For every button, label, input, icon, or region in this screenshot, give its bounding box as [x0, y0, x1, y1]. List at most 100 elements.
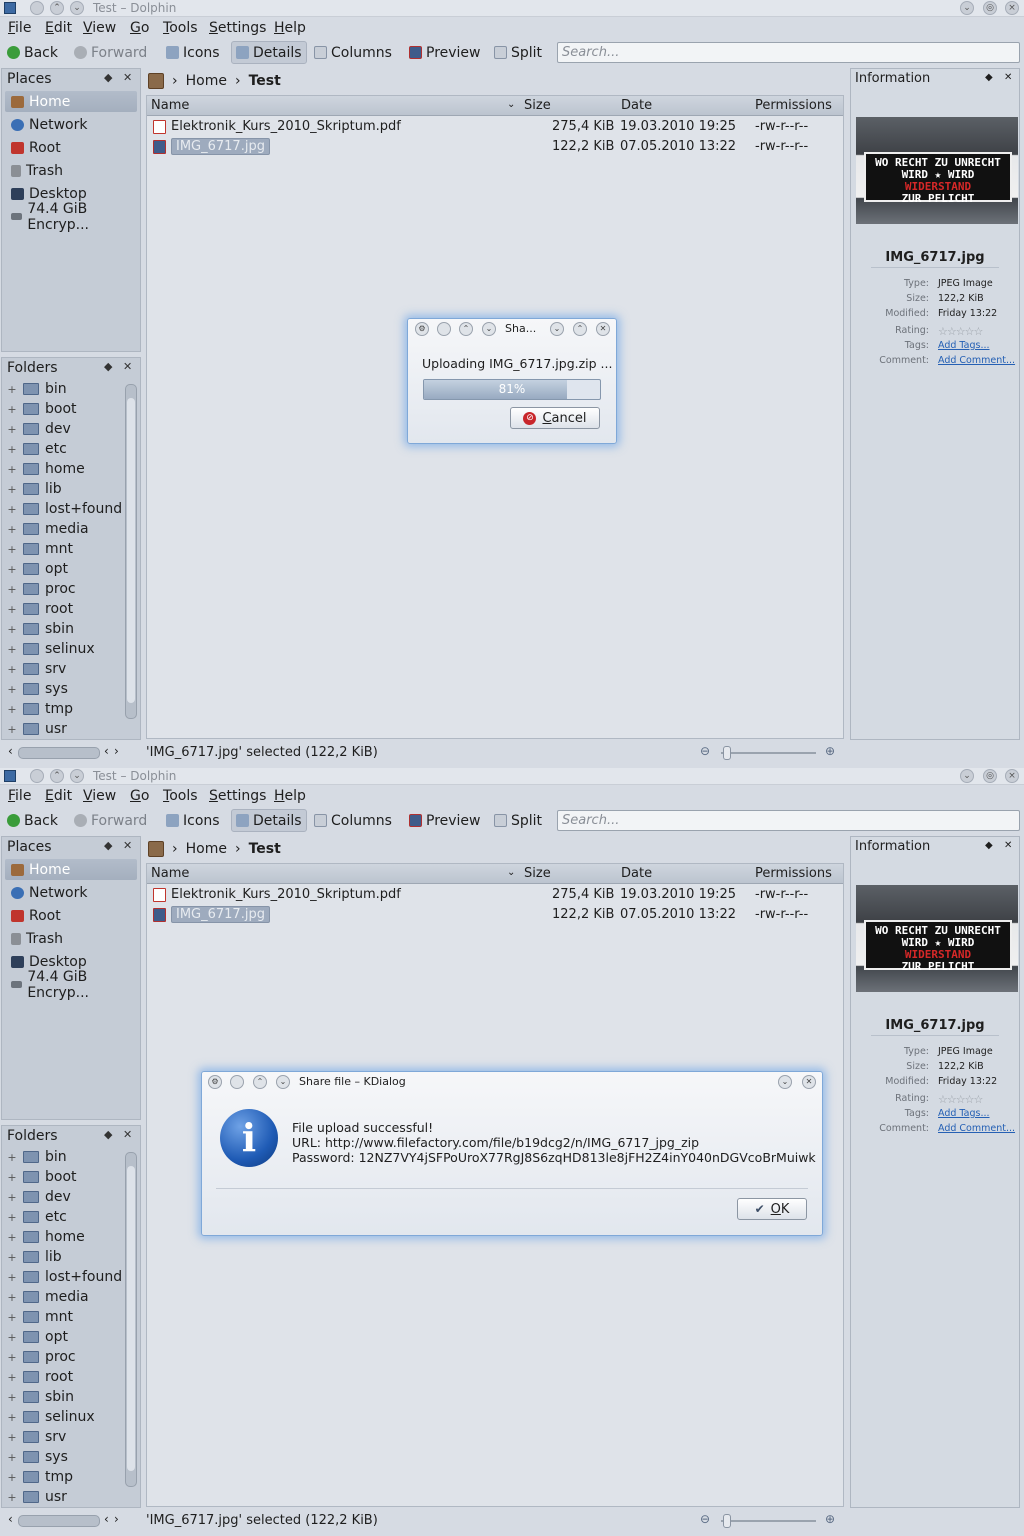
folders-float-icon[interactable]: ◆ [104, 360, 112, 373]
keep-above-icon[interactable]: ⌃ [253, 1075, 267, 1089]
close-icon[interactable]: × [1005, 769, 1019, 783]
minimize-icon[interactable]: ⌄ [960, 769, 974, 783]
expand-icon[interactable]: + [5, 1291, 19, 1304]
folder-tree-item[interactable]: + bin [5, 379, 66, 399]
keep-above-icon[interactable]: ⌃ [50, 769, 64, 783]
folder-tree-item[interactable]: + etc [5, 1207, 66, 1227]
expand-icon[interactable]: + [5, 1231, 19, 1244]
expand-icon[interactable]: + [5, 1451, 19, 1464]
keep-below-icon[interactable]: ⌄ [276, 1075, 290, 1089]
icons-view-button[interactable]: Icons [162, 809, 224, 832]
menu-tools[interactable]: Tools [163, 20, 198, 36]
dialog-sticky-icon[interactable] [437, 322, 451, 336]
zoom-track[interactable] [721, 752, 816, 754]
scroll-prev-icon[interactable]: ‹ [104, 744, 109, 758]
zoom-slider[interactable]: ⊖ ⊕ [697, 744, 847, 762]
close-icon[interactable]: ✕ [596, 322, 610, 336]
app-icon[interactable] [4, 2, 16, 14]
expand-icon[interactable]: + [5, 723, 19, 736]
folder-hscrollbar[interactable]: ‹ ‹ › [8, 744, 120, 760]
folders-float-icon[interactable]: ◆ [104, 1128, 112, 1141]
breadcrumb-home[interactable]: Home [186, 73, 227, 89]
folder-tree-item[interactable]: + media [5, 1287, 88, 1307]
folders-close-icon[interactable]: ✕ [123, 1128, 132, 1141]
folder-scrollbar[interactable] [125, 384, 137, 719]
add-tags-link[interactable]: Add Tags... [938, 1108, 990, 1119]
places-item-network[interactable]: Network [5, 114, 137, 135]
menu-edit[interactable]: Edit [45, 20, 72, 36]
folder-scrollbar-thumb[interactable] [127, 398, 135, 703]
breadcrumb-home[interactable]: Home [186, 841, 227, 857]
folder-scrollbar-thumb[interactable] [127, 1166, 135, 1471]
zoom-in-icon[interactable]: ⊕ [825, 744, 835, 758]
zoom-in-icon[interactable]: ⊕ [825, 1512, 835, 1526]
scroll-next-icon[interactable]: › [114, 744, 119, 758]
expand-icon[interactable]: + [5, 1391, 19, 1404]
expand-icon[interactable]: + [5, 1351, 19, 1364]
rating-stars[interactable]: ☆☆☆☆☆ [938, 1093, 983, 1106]
expand-icon[interactable]: + [5, 623, 19, 636]
forward-button[interactable]: Forward [70, 41, 151, 64]
sort-chevron-icon[interactable]: ⌄ [507, 99, 515, 110]
expand-icon[interactable]: + [5, 543, 19, 556]
places-item-root[interactable]: Root [5, 905, 137, 926]
hscroll-thumb[interactable] [18, 747, 100, 759]
folder-tree-item[interactable]: + lost+found [5, 1267, 122, 1287]
split-button[interactable]: Split [490, 41, 546, 64]
hscroll-thumb[interactable] [18, 1515, 100, 1527]
zoom-handle[interactable] [723, 1514, 731, 1528]
folder-tree-item[interactable]: + home [5, 459, 84, 479]
breadcrumb-current[interactable]: Test [249, 73, 281, 89]
column-name[interactable]: Name [151, 98, 189, 113]
expand-icon[interactable]: + [5, 1431, 19, 1444]
folder-tree-item[interactable]: + proc [5, 1347, 75, 1367]
expand-icon[interactable]: + [5, 423, 19, 436]
places-item-home[interactable]: Home [5, 859, 137, 880]
zoom-slider[interactable]: ⊖ ⊕ [697, 1512, 847, 1530]
search-input[interactable]: Search... [557, 42, 1020, 63]
menu-go[interactable]: Go [130, 788, 149, 804]
breadcrumb-current[interactable]: Test [249, 841, 281, 857]
maximize-icon[interactable]: ◎ [983, 1, 997, 15]
dialog-title-bar[interactable]: ⚙ ⌃ ⌄ Sha... ⌄ ⌃ ✕ [408, 319, 616, 339]
menu-view[interactable]: View [83, 788, 116, 804]
expand-icon[interactable]: + [5, 523, 19, 536]
zoom-handle[interactable] [723, 746, 731, 760]
preview-button[interactable]: Preview [405, 809, 485, 832]
column-size[interactable]: Size [524, 98, 551, 113]
table-row[interactable]: Elektronik_Kurs_2010_Skriptum.pdf 275,4 … [147, 117, 843, 137]
info-close-icon[interactable]: ✕ [1004, 840, 1012, 851]
zoom-out-icon[interactable]: ⊖ [700, 744, 710, 758]
menu-go[interactable]: Go [130, 20, 149, 36]
folder-scrollbar[interactable] [125, 1152, 137, 1487]
places-item-trash[interactable]: Trash [5, 160, 137, 181]
expand-icon[interactable]: + [5, 703, 19, 716]
window-menu-icon[interactable] [30, 769, 44, 783]
folder-tree-item[interactable]: + lost+found [5, 499, 122, 519]
places-item-encrypted-drive[interactable]: 74.4 GiB Encryp... [5, 201, 137, 233]
folder-tree-item[interactable]: + mnt [5, 1307, 73, 1327]
scroll-left-icon[interactable]: ‹ [8, 1512, 13, 1526]
folder-tree-item[interactable]: + root [5, 599, 73, 619]
menu-file[interactable]: File [8, 788, 31, 804]
title-bar[interactable]: ⌃ ⌄ Test – Dolphin ⌄ ◎ × [0, 0, 1024, 17]
menu-help[interactable]: Help [274, 20, 306, 36]
folder-tree-item[interactable]: + selinux [5, 1407, 94, 1427]
menu-file[interactable]: File [8, 20, 31, 36]
close-icon[interactable]: ✕ [802, 1075, 816, 1089]
table-row[interactable]: Elektronik_Kurs_2010_Skriptum.pdf 275,4 … [147, 885, 843, 905]
folders-close-icon[interactable]: ✕ [123, 360, 132, 373]
folder-tree-item[interactable]: + home [5, 1227, 84, 1247]
expand-icon[interactable]: + [5, 1211, 19, 1224]
scroll-prev-icon[interactable]: ‹ [104, 1512, 109, 1526]
table-row[interactable]: IMG_6717.jpg 122,2 KiB 07.05.2010 13:22 … [147, 137, 843, 157]
folder-tree-item[interactable]: + etc [5, 439, 66, 459]
expand-icon[interactable]: + [5, 1171, 19, 1184]
expand-icon[interactable]: + [5, 1371, 19, 1384]
info-close-icon[interactable]: ✕ [1004, 72, 1012, 83]
home-icon[interactable] [148, 841, 164, 857]
places-item-root[interactable]: Root [5, 137, 137, 158]
details-view-button[interactable]: Details [231, 41, 307, 64]
dialog-sticky-icon[interactable] [230, 1075, 244, 1089]
expand-icon[interactable]: + [5, 1491, 19, 1504]
